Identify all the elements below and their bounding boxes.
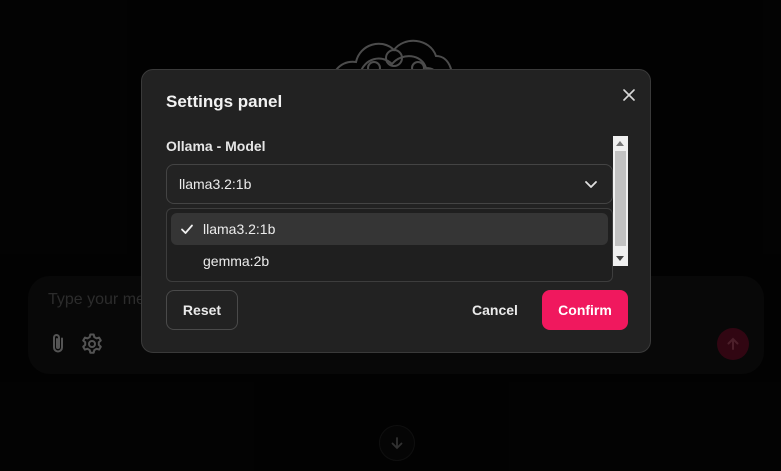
scroll-down-arrow-icon[interactable] <box>616 256 624 261</box>
model-dropdown-list: llama3.2:1b gemma:2b <box>166 208 613 282</box>
close-button[interactable] <box>620 86 638 104</box>
model-option-gemma[interactable]: gemma:2b <box>171 245 608 277</box>
check-icon <box>181 224 193 234</box>
scrollbar-thumb[interactable] <box>615 151 626 246</box>
modal-title: Settings panel <box>166 92 283 111</box>
scrollbar[interactable] <box>613 136 628 266</box>
model-field-label: Ollama - Model <box>166 138 266 154</box>
model-option-llama[interactable]: llama3.2:1b <box>171 213 608 245</box>
option-label: gemma:2b <box>203 253 270 269</box>
reset-button[interactable]: Reset <box>166 290 238 330</box>
cancel-button[interactable]: Cancel <box>458 290 532 330</box>
model-select-value: llama3.2:1b <box>179 176 252 192</box>
close-icon <box>623 89 635 101</box>
option-label: llama3.2:1b <box>203 221 276 237</box>
confirm-button[interactable]: Confirm <box>542 290 628 330</box>
model-select[interactable]: llama3.2:1b <box>166 164 613 204</box>
settings-modal: Settings panel Ollama - Model llama3.2:1… <box>141 69 651 353</box>
scroll-up-arrow-icon[interactable] <box>616 141 624 146</box>
chevron-down-icon <box>585 181 597 188</box>
